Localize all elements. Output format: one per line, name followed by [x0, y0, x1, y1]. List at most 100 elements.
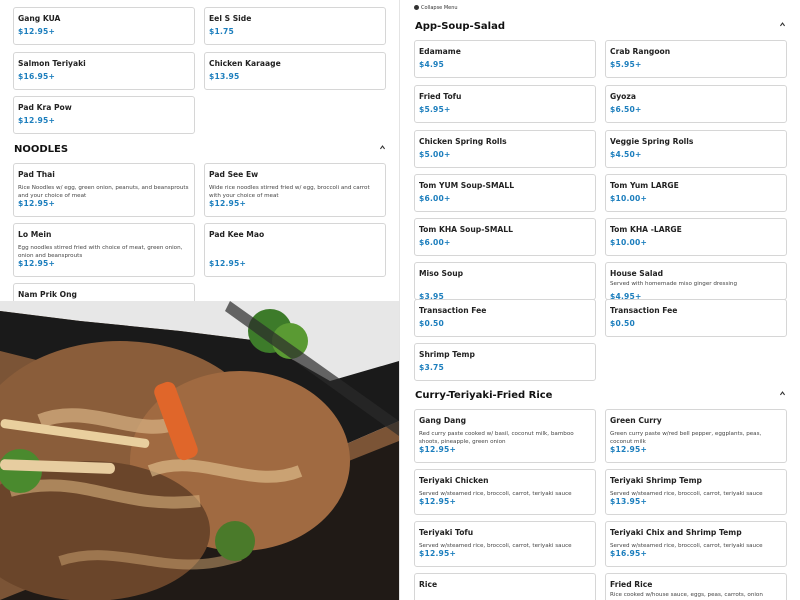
item-price: $13.95+ [610, 497, 648, 506]
item-price: $16.95+ [18, 72, 56, 81]
menu-item-house-salad[interactable]: House Salad Served with homemade miso gi… [605, 262, 787, 301]
item-name: Tom Yum LARGE [610, 181, 679, 190]
menu-item-tom-kha-soup-small[interactable]: Tom KHA Soup-SMALL $6.00+ [414, 218, 596, 256]
item-price: $12.95+ [419, 497, 457, 506]
food-photo [0, 301, 399, 600]
item-name: Tom KHA Soup-SMALL [419, 225, 513, 234]
menu-item-eel-s-side[interactable]: Eel S Side $1.75 [204, 7, 386, 45]
item-price: $12.95+ [209, 199, 247, 208]
item-price: $10.00+ [610, 194, 648, 203]
section-title-curry-teriyaki-fried-rice: Curry-Teriyaki-Fried Rice [415, 390, 553, 401]
item-price: $5.00+ [419, 150, 451, 159]
menu-item-tom-yum-soup-small[interactable]: Tom YUM Soup-SMALL $6.00+ [414, 174, 596, 212]
item-name: Gyoza [610, 92, 636, 101]
item-price: $10.00+ [610, 238, 648, 247]
item-description: Wide rice noodles stirred fried w/ egg, … [209, 185, 370, 199]
menu-item-chicken-karaage[interactable]: Chicken Karaage $13.95 [204, 52, 386, 90]
item-name: Teriyaki Chix and Shrimp Temp [610, 528, 742, 537]
item-name: Rice [419, 580, 438, 589]
item-name: Tom YUM Soup-SMALL [419, 181, 515, 190]
item-price: $12.95+ [419, 445, 457, 454]
item-price: $3.75 [419, 363, 445, 372]
item-price: $6.00+ [419, 238, 451, 247]
item-name: Transaction Fee [419, 306, 487, 315]
item-price: $6.50+ [610, 105, 642, 114]
menu-item-pad-kee-mao[interactable]: Pad Kee Mao $12.95+ [204, 223, 386, 277]
menu-item-tom-yum-large[interactable]: Tom Yum LARGE $10.00+ [605, 174, 787, 212]
item-description: Red curry paste cooked w/ basil, coconut… [419, 431, 574, 445]
menu-item-transaction-fee[interactable]: Transaction Fee $0.50 [414, 299, 596, 337]
item-name: Fried Tofu [419, 92, 462, 101]
menu-item-edamame[interactable]: Edamame $4.95 [414, 40, 596, 78]
item-price: $12.95+ [18, 27, 56, 36]
menu-item-gyoza[interactable]: Gyoza $6.50+ [605, 85, 787, 123]
item-description: Rice cooked w/house sauce, eggs, peas, c… [610, 592, 763, 598]
item-price: $5.95+ [419, 105, 451, 114]
item-price: $16.95+ [610, 549, 648, 558]
item-name: Edamame [419, 47, 461, 56]
menu-item-tom-kha-large[interactable]: Tom KHA -LARGE $10.00+ [605, 218, 787, 256]
menu-item-fried-tofu[interactable]: Fried Tofu $5.95+ [414, 85, 596, 123]
menu-item-crab-rangoon[interactable]: Crab Rangoon $5.95+ [605, 40, 787, 78]
menu-item-shrimp-temp[interactable]: Shrimp Temp $3.75 [414, 343, 596, 381]
item-price: $0.50 [610, 319, 636, 328]
menu-item-green-curry[interactable]: Green Curry Green curry paste w/red bell… [605, 409, 787, 463]
item-name: Crab Rangoon [610, 47, 671, 56]
item-price: $12.95+ [18, 116, 56, 125]
item-price: $13.95 [209, 72, 240, 81]
item-name: Teriyaki Chicken [419, 476, 489, 485]
item-price: $12.95+ [209, 259, 247, 268]
item-description: Served with homemade miso ginger dressin… [610, 281, 738, 287]
menu-item-teriyaki-chicken[interactable]: Teriyaki Chicken Served w/steamed rice, … [414, 469, 596, 515]
item-name: Lo Mein [18, 230, 52, 239]
item-price: $0.50 [419, 319, 445, 328]
collapse-menu-label: Collapse Menu [421, 5, 458, 11]
menu-item-teriyaki-tofu[interactable]: Teriyaki Tofu Served w/steamed rice, bro… [414, 521, 596, 567]
menu-item-veggie-spring-rolls[interactable]: Veggie Spring Rolls $4.50+ [605, 130, 787, 168]
menu-item-teriyaki-chix-shrimp-temp[interactable]: Teriyaki Chix and Shrimp Temp Served w/s… [605, 521, 787, 567]
item-name: Nam Prik Ong [18, 290, 77, 299]
menu-item-fried-rice[interactable]: Fried Rice Rice cooked w/house sauce, eg… [605, 573, 787, 600]
menu-item-pad-thai[interactable]: Pad Thai Rice Noodles w/ egg, green onio… [13, 163, 195, 217]
item-name: Gang Dang [419, 416, 467, 425]
item-description: Rice Noodles w/ egg, green onion, peanut… [18, 185, 189, 199]
menu-item-miso-soup[interactable]: Miso Soup $3.95 [414, 262, 596, 301]
item-description: Green curry paste w/red bell pepper, egg… [610, 431, 762, 445]
item-price: $12.95+ [610, 445, 648, 454]
item-price: $4.50+ [610, 150, 642, 159]
item-name: Miso Soup [419, 269, 464, 278]
item-name: Pad Kra Pow [18, 103, 72, 112]
item-name: Veggie Spring Rolls [610, 137, 694, 146]
section-title-app-soup-salad: App-Soup-Salad [415, 21, 505, 32]
menu-item-pad-see-ew[interactable]: Pad See Ew Wide rice noodles stirred fri… [204, 163, 386, 217]
item-name: Green Curry [610, 416, 662, 425]
menu-item-rice[interactable]: Rice [414, 573, 596, 600]
item-price: $6.00+ [419, 194, 451, 203]
menu-item-lo-mein[interactable]: Lo Mein Egg noodles stirred fried with c… [13, 223, 195, 277]
item-name: Tom KHA -LARGE [610, 225, 682, 234]
section-title-noodles: NOODLES [14, 144, 69, 155]
item-name: Teriyaki Shrimp Temp [610, 476, 702, 485]
item-price: $12.95+ [419, 549, 457, 558]
menu-item-gang-dang[interactable]: Gang Dang Red curry paste cooked w/ basi… [414, 409, 596, 463]
item-price: $5.95+ [610, 60, 642, 69]
menu-item-chicken-spring-rolls[interactable]: Chicken Spring Rolls $5.00+ [414, 130, 596, 168]
item-name: Shrimp Temp [419, 350, 475, 359]
collapse-menu-button[interactable]: Collapse Menu [414, 5, 458, 11]
chevron-up-icon[interactable] [779, 21, 786, 28]
menu-item-transaction-fee-2[interactable]: Transaction Fee $0.50 [605, 299, 787, 337]
item-name: Chicken Karaage [209, 59, 281, 68]
menu-item-teriyaki-shrimp-temp[interactable]: Teriyaki Shrimp Temp Served w/steamed ri… [605, 469, 787, 515]
item-name: Gang KUA [18, 14, 61, 23]
menu-item-gang-kua[interactable]: Gang KUA $12.95+ [13, 7, 195, 45]
item-price: $1.75 [209, 27, 235, 36]
menu-item-salmon-teriyaki[interactable]: Salmon Teriyaki $16.95+ [13, 52, 195, 90]
item-name: Pad See Ew [209, 170, 259, 179]
chevron-up-icon[interactable] [779, 390, 786, 397]
item-name: Salmon Teriyaki [18, 59, 86, 68]
menu-item-pad-kra-pow[interactable]: Pad Kra Pow $12.95+ [13, 96, 195, 134]
item-name: Chicken Spring Rolls [419, 137, 507, 146]
item-name: Pad Thai [18, 170, 55, 179]
chevron-up-icon[interactable] [379, 144, 386, 151]
item-name: Fried Rice [610, 580, 653, 589]
